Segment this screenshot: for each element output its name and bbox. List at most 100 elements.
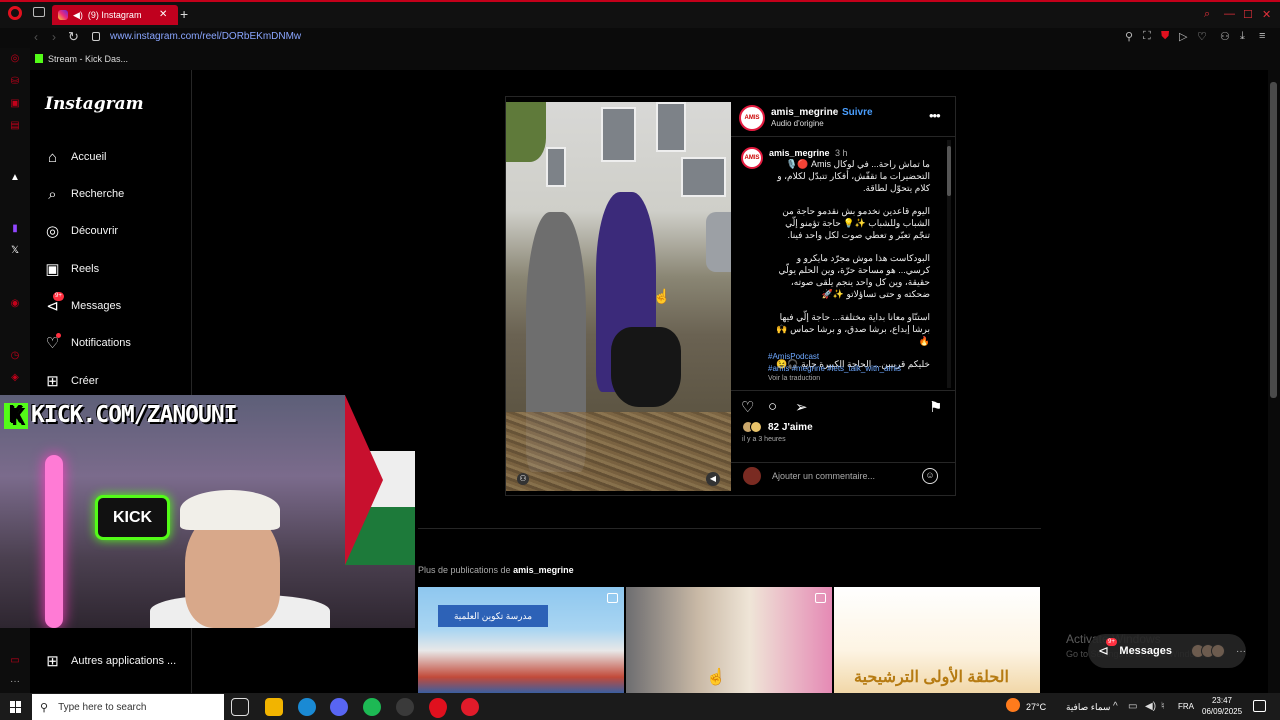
new-tab-button[interactable]: + (180, 6, 188, 22)
nav-item-reels[interactable]: ▣ Reels (44, 258, 189, 280)
messages-popup-button[interactable]: ⊲ 9+ Messages ··· (1088, 634, 1246, 668)
volume-icon[interactable]: ◀ (706, 472, 720, 486)
twitch-icon[interactable]: ▮ (9, 223, 21, 235)
nav-item-search[interactable]: ⌕ Recherche (44, 183, 189, 205)
post-username[interactable]: amis_megrine (771, 107, 838, 118)
player-icon[interactable]: ◉ (9, 298, 21, 310)
follow-button[interactable]: Suivre (842, 107, 873, 118)
pin-icon[interactable]: ⚲ (1125, 30, 1133, 43)
tagged-user-icon[interactable]: ⚇ (517, 473, 529, 485)
caption-username[interactable]: amis_megrine (769, 148, 830, 158)
apps-grid-icon: ⊞ (46, 653, 59, 670)
kick-logo-icon: K (4, 402, 28, 429)
more-posts-username[interactable]: amis_megrine (513, 565, 574, 575)
sound-icon[interactable]: ◀) (73, 10, 83, 21)
profile-icon[interactable]: ⚇ (1220, 30, 1230, 43)
task-view-icon[interactable] (231, 698, 249, 716)
original-audio-link[interactable]: Audio d'origine (771, 119, 824, 128)
taskbar-search[interactable]: ⚲ (32, 694, 224, 720)
more-options-icon[interactable]: ••• (929, 108, 941, 123)
shopping-icon[interactable]: ⛁ (9, 76, 21, 88)
lock-icon[interactable] (92, 32, 100, 41)
caption-avatar[interactable]: AMIS (741, 147, 763, 169)
bookmarks-icon[interactable]: ◈ (9, 372, 21, 384)
network-icon[interactable]: ▭ (1128, 701, 1137, 712)
comment-icon[interactable]: ○ (768, 398, 777, 415)
reel-video[interactable] (506, 102, 731, 491)
file-explorer-icon[interactable] (265, 698, 283, 716)
edge-icon[interactable] (298, 698, 316, 716)
aria-icon[interactable]: ◎ (9, 53, 21, 65)
caption-scroll-thumb[interactable] (947, 146, 951, 196)
back-arrow-icon[interactable]: ‹ (34, 30, 38, 44)
forward-arrow-icon[interactable]: › (52, 30, 56, 44)
nav-item-explore[interactable]: ◎ Découvrir (44, 220, 189, 242)
emoji-icon[interactable]: ☺ (922, 468, 938, 484)
minimize-button[interactable]: — (1224, 8, 1235, 20)
opera-taskbar-icon[interactable] (429, 698, 447, 716)
nav-item-home[interactable]: ⌂ Accueil (44, 146, 189, 168)
instagram-logo[interactable]: Instagram (45, 94, 144, 114)
settings-icon[interactable]: ▭ (9, 655, 21, 667)
temperature[interactable]: 27°C (1026, 702, 1046, 712)
hashtag-line[interactable]: #amis #megrine #lets_talk_with_amis (768, 363, 938, 375)
weather-condition[interactable]: سماء صافية (1066, 702, 1110, 713)
search-icon: ⌕ (48, 185, 57, 203)
aria-ai-icon[interactable]: ▲ (9, 172, 21, 184)
whatsapp-sidebar-icon[interactable]: ▤ (9, 120, 21, 132)
post-thumbnail[interactable] (626, 587, 832, 693)
nav-item-messages[interactable]: ⊲ 9+ Messages (44, 291, 189, 317)
history-icon[interactable]: ◷ (9, 350, 21, 362)
x-twitter-icon[interactable]: 𝕏 (9, 245, 21, 257)
tab-close-icon[interactable]: ✕ (159, 9, 167, 20)
nav-item-notifications[interactable]: ♡ Notifications (44, 332, 189, 354)
tab-switcher-icon[interactable] (33, 7, 45, 17)
hashtag-line[interactable]: #AmisPodcast (768, 351, 938, 363)
search-tabs-icon[interactable]: ⌕ (1204, 8, 1210, 21)
snapshot-icon[interactable]: ⛶ (1143, 30, 1151, 43)
microphone-icon[interactable]: ♮ (1161, 701, 1165, 712)
easy-setup-icon[interactable]: ≡ (1259, 30, 1265, 42)
close-window-button[interactable]: ✕ (1262, 8, 1271, 21)
likes-count[interactable]: 82 J'aime (768, 422, 813, 433)
clock[interactable]: 23:47 06/09/2025 (1202, 695, 1242, 717)
app-icon[interactable] (461, 698, 479, 716)
nav-label: Découvrir (71, 225, 119, 237)
notification-center-icon[interactable] (1253, 700, 1266, 712)
avatar[interactable]: AMIS (739, 105, 765, 131)
play-icon[interactable]: ▷ (1179, 30, 1187, 43)
post-thumbnail[interactable]: الحلقة الأولى الترشيحية (834, 587, 1040, 693)
share-icon[interactable]: ➢ (795, 398, 808, 416)
taskbar-search-input[interactable] (58, 701, 209, 713)
more-icon[interactable]: ··· (9, 676, 21, 688)
download-icon[interactable]: ⤓ (1240, 30, 1245, 43)
page-scroll-thumb[interactable] (1270, 82, 1277, 398)
save-bookmark-icon[interactable]: ⚑ (929, 398, 942, 416)
nav-item-more-apps[interactable]: ⊞ Autres applications ... (44, 650, 189, 672)
favorite-heart-icon[interactable]: ♡ (1197, 30, 1207, 43)
message-avatars (1191, 644, 1225, 658)
messenger-sidebar-icon[interactable]: ▣ (9, 98, 21, 110)
bookmark-kick[interactable]: Stream - Kick Das... (48, 54, 128, 64)
hashtags[interactable]: #AmisPodcast #amis #megrine #lets_talk_w… (768, 351, 938, 375)
adblock-shield-icon[interactable]: ⛊ (1161, 30, 1169, 43)
nav-item-create[interactable]: ⊞ Créer (44, 370, 189, 392)
comment-input[interactable] (772, 471, 912, 481)
weather-icon[interactable] (1006, 698, 1020, 712)
caption-paragraph: استنّاو معانا بداية مختلفة... حاجة إلّي … (776, 312, 930, 346)
url-field[interactable]: www.instagram.com/reel/DORbEKmDNMw (110, 31, 301, 42)
maximize-button[interactable]: ☐ (1243, 8, 1253, 21)
like-heart-icon[interactable]: ♡ (741, 398, 754, 416)
opera-logo-icon[interactable] (8, 6, 22, 20)
discord-icon[interactable] (330, 698, 348, 716)
chevron-up-icon[interactable]: ^ (1113, 701, 1118, 712)
language-indicator[interactable]: FRA (1178, 702, 1194, 711)
start-button[interactable] (10, 701, 22, 713)
see-translation-link[interactable]: Voir la traduction (768, 375, 820, 382)
post-thumbnail[interactable]: مدرسة تكوين العلمية (418, 587, 624, 693)
obs-icon[interactable] (396, 698, 414, 716)
messages-label: Messages (1119, 645, 1172, 657)
spotify-icon[interactable] (363, 698, 381, 716)
reload-icon[interactable]: ↻ (68, 29, 79, 45)
volume-tray-icon[interactable]: ◀) (1145, 701, 1156, 712)
